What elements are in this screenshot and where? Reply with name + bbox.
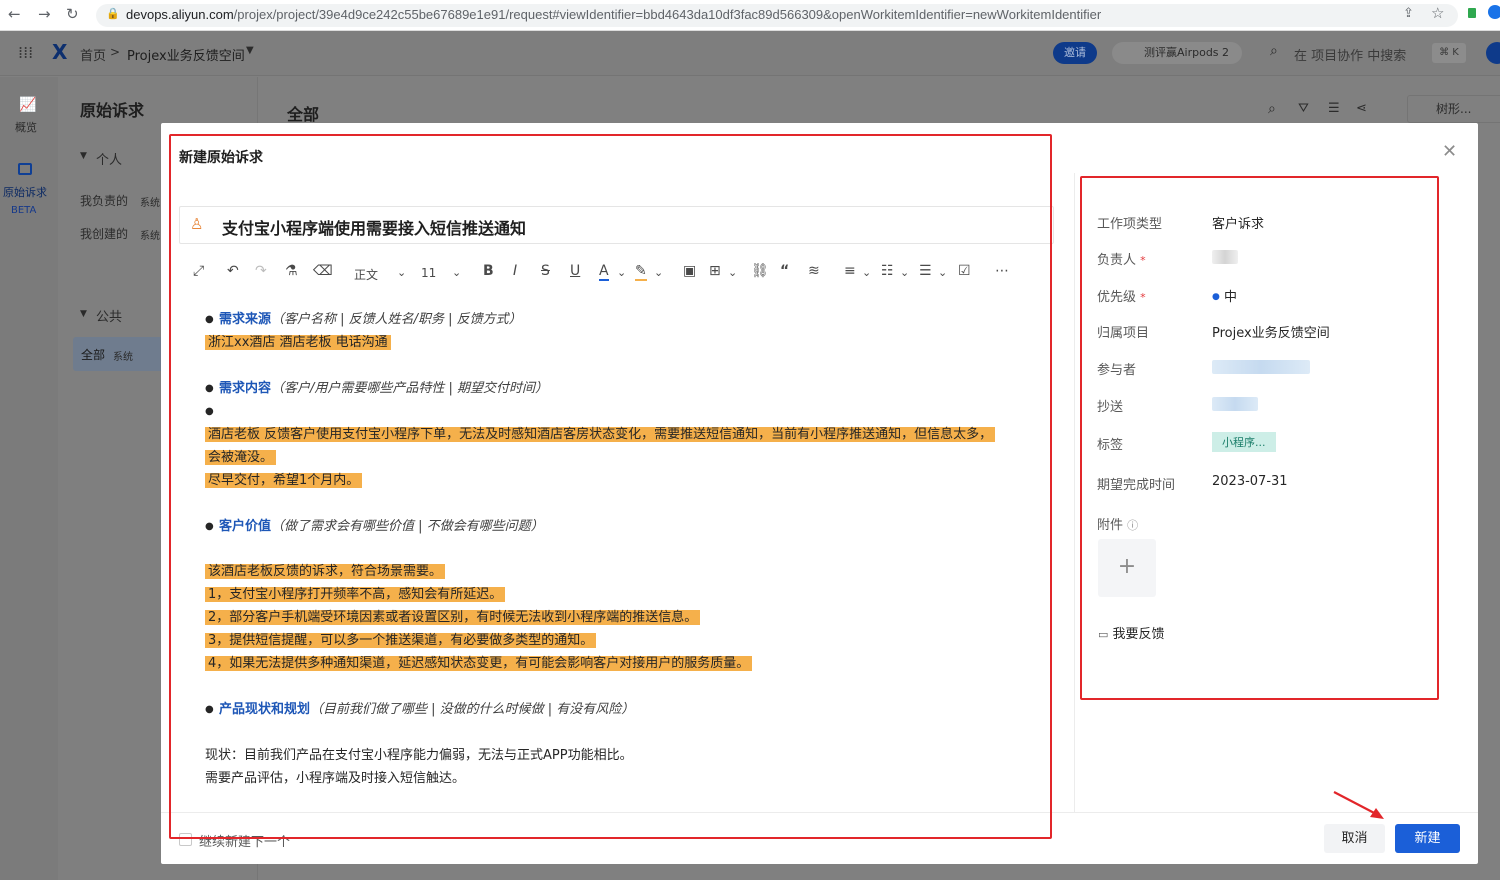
address-bar[interactable]: 🔒 devops.aliyun.com/projex/project/39e4d…: [96, 4, 1458, 27]
share-icon[interactable]: ⋖: [1356, 101, 1367, 116]
reload-icon[interactable]: ↻: [66, 5, 79, 23]
panel-title: 原始诉求: [80, 101, 145, 120]
app-topbar: ⁞⁞⁞ X 首页 > Projex业务反馈空间 ▼ 邀请 测评赢Airpods …: [0, 31, 1500, 76]
promo-button[interactable]: 测评赢Airpods 2: [1112, 42, 1242, 64]
sys-tag: 系统: [140, 198, 160, 209]
column-divider: [1074, 173, 1075, 813]
create-plus-button[interactable]: [1486, 42, 1500, 64]
view-mode-select[interactable]: 树形...: [1407, 95, 1500, 123]
caret-down-icon: ▼: [80, 309, 87, 319]
view-mine-assigned[interactable]: 我负责的: [80, 192, 128, 209]
logo-icon: X: [52, 40, 68, 64]
browser-toolbar: ← → ↻ 🔒 devops.aliyun.com/projex/project…: [0, 0, 1500, 31]
forward-arrow-icon[interactable]: →: [38, 5, 51, 23]
inbox-icon: [18, 163, 32, 175]
create-button[interactable]: 新建: [1395, 824, 1460, 853]
sys-tag: 系统: [140, 231, 160, 242]
chart-icon: 📈: [19, 97, 37, 113]
group-public[interactable]: 公共: [96, 306, 122, 325]
list-icon[interactable]: ☰: [1328, 101, 1340, 116]
back-arrow-icon[interactable]: ←: [8, 5, 21, 23]
share-icon[interactable]: ⇪: [1403, 6, 1414, 21]
url-text: devops.aliyun.com/projex/project/39e4d9c…: [126, 7, 1101, 22]
profile-icon[interactable]: [1488, 5, 1500, 19]
search-icon: ⌕: [1270, 43, 1278, 59]
filter-icon[interactable]: ⛛: [1298, 101, 1309, 116]
view-all-label: 全部: [81, 348, 106, 362]
beta-badge: BETA: [11, 205, 37, 216]
lock-icon: 🔒: [106, 7, 120, 20]
bookmark-star-icon[interactable]: ☆: [1431, 4, 1444, 22]
nav-requests[interactable]: 原始诉求: [3, 184, 47, 200]
global-search-input[interactable]: 在 项目协作 中搜索: [1294, 45, 1406, 64]
annotation-arrow: [1333, 791, 1384, 819]
breadcrumb-separator: >: [110, 45, 121, 59]
close-icon[interactable]: ✕: [1442, 141, 1457, 162]
main-title: 全部: [287, 105, 320, 124]
group-personal[interactable]: 个人: [96, 149, 122, 168]
annotation-box-editor: [169, 134, 1052, 839]
view-all-selected[interactable]: 全部 系统: [73, 337, 173, 371]
breadcrumb-space[interactable]: Projex业务反馈空间: [127, 45, 245, 64]
left-nav: 📈 概览 原始诉求 BETA: [0, 77, 58, 880]
breadcrumb-home[interactable]: 首页: [80, 45, 106, 64]
url-path: /projex/project/39e4d9ce242c55be67689e1e…: [233, 7, 1102, 22]
invite-button[interactable]: 邀请: [1053, 42, 1097, 64]
apps-grid-icon[interactable]: ⁞⁞⁞: [18, 43, 33, 62]
url-host: devops.aliyun.com: [126, 7, 234, 22]
caret-down-icon: ▼: [246, 45, 254, 56]
search-icon[interactable]: ⌕: [1268, 101, 1276, 117]
shortcut-hint: ⌘ K: [1432, 43, 1466, 63]
cancel-button[interactable]: 取消: [1324, 824, 1385, 853]
view-mine-created[interactable]: 我创建的: [80, 225, 128, 242]
extension-icon[interactable]: [1468, 8, 1476, 18]
sys-tag: 系统: [113, 352, 133, 363]
annotation-box-properties: [1080, 176, 1439, 700]
nav-overview[interactable]: 概览: [15, 119, 37, 135]
caret-down-icon: ▼: [80, 151, 87, 161]
